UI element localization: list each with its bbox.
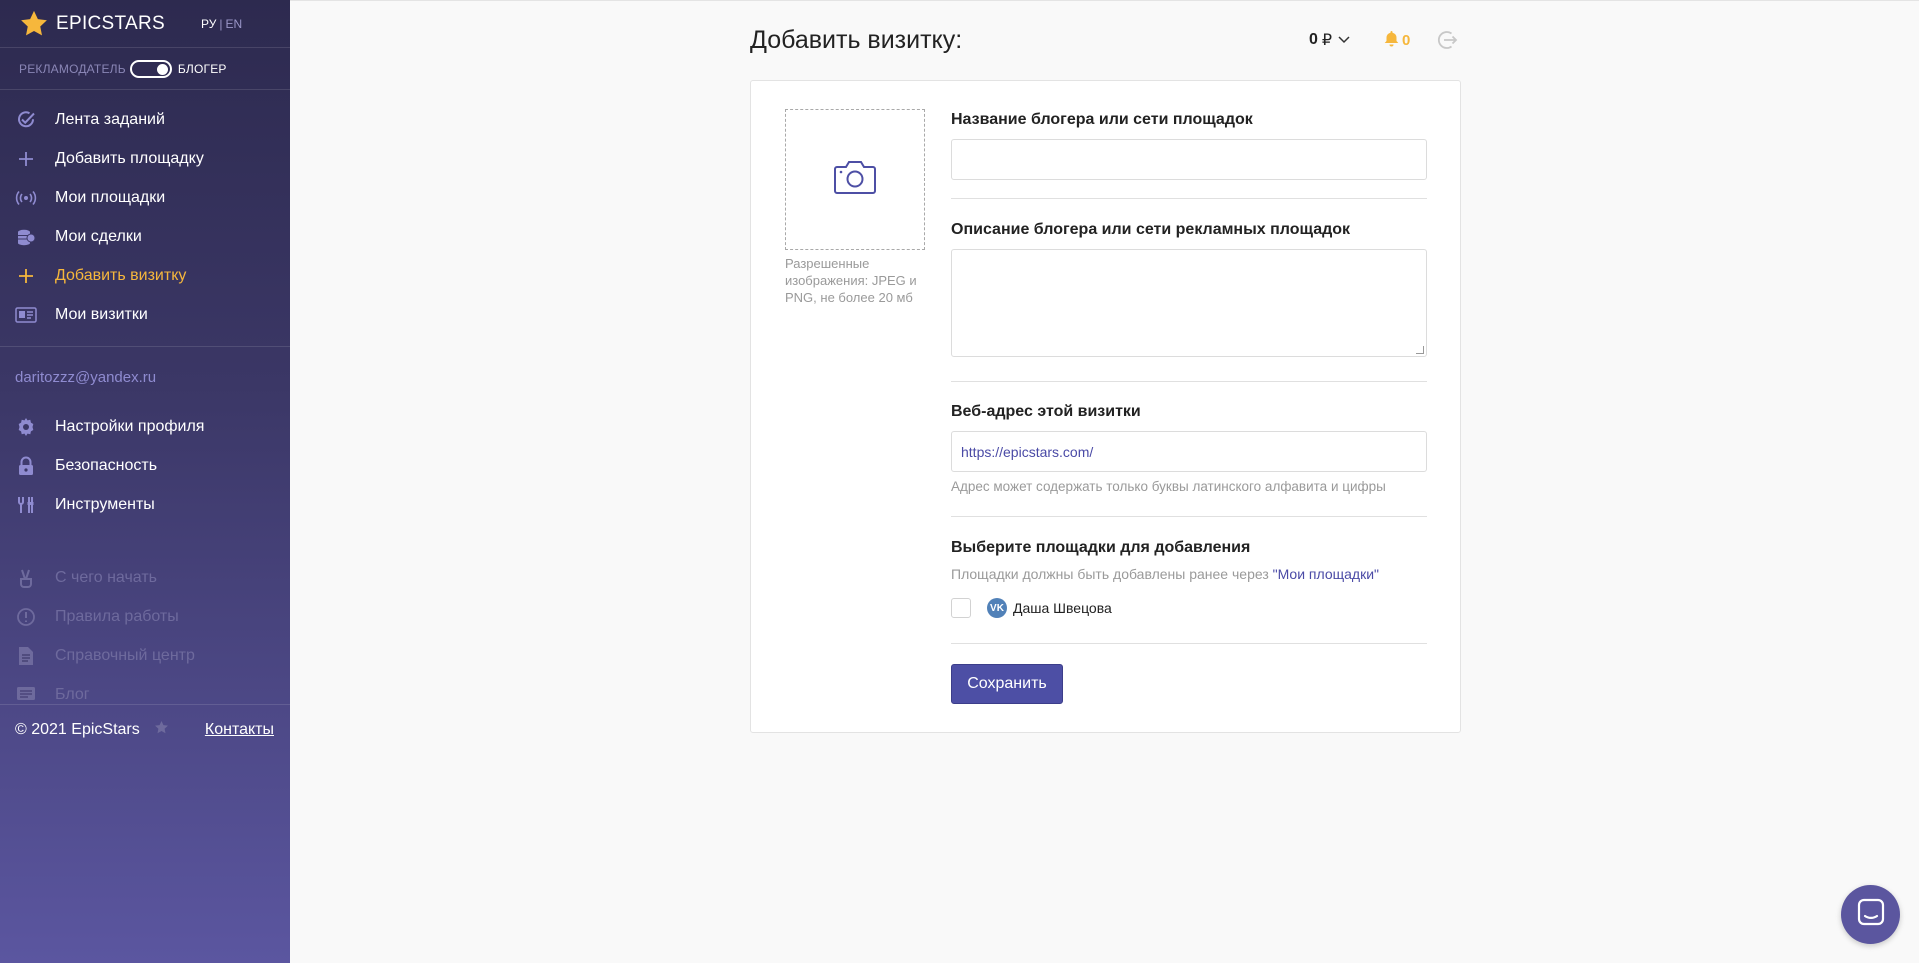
platforms-label: Выберите площадки для добавления	[951, 539, 1251, 556]
nav-item-label: Добавить визитку	[55, 266, 187, 284]
nav-item-my-platforms[interactable]: Мои площадки	[0, 178, 290, 217]
nav-item-work-rules[interactable]: Правила работы	[0, 597, 290, 636]
role-toggle[interactable]	[129, 59, 172, 78]
role-blogger[interactable]: БЛОГЕР	[178, 62, 227, 76]
logout-icon	[1436, 31, 1458, 55]
lang-ru[interactable]: РУ	[201, 17, 216, 31]
description-textarea[interactable]	[951, 249, 1427, 357]
nav-item-my-deals[interactable]: Мои сделки	[0, 217, 290, 256]
nav-item-label: Добавить площадку	[55, 149, 204, 167]
nav-item-label: Справочный центр	[55, 646, 195, 664]
lang-separator: |	[219, 16, 223, 31]
nav-item-tasks-feed[interactable]: Лента заданий	[0, 100, 290, 139]
plus-icon	[15, 148, 37, 170]
nav-item-getting-started[interactable]: С чего начать	[0, 558, 290, 597]
broadcast-icon	[15, 187, 37, 209]
nav-item-tools[interactable]: Инструменты	[0, 485, 290, 524]
balance-dropdown[interactable]: 0 ₽	[1309, 30, 1350, 50]
save-button[interactable]: Сохранить	[951, 664, 1063, 704]
star-icon	[154, 720, 169, 740]
top-border	[290, 0, 1919, 1]
lock-icon	[15, 455, 37, 477]
profile-nav: Настройки профиля Безопасность Инструмен…	[0, 403, 290, 548]
toggle-knob	[156, 63, 168, 75]
my-platforms-link[interactable]: "Мои площадки"	[1273, 566, 1379, 582]
nav-item-label: Безопасность	[55, 456, 158, 474]
currency-symbol: ₽	[1321, 32, 1333, 49]
victory-hand-icon	[15, 567, 37, 589]
sidebar: EPICSTARS РУ | EN РЕКЛАМОДАТЕЛЬ БЛОГЕР Лен…	[0, 0, 290, 963]
contacts-link[interactable]: Контакты	[205, 721, 274, 739]
brand-name[interactable]: EPICSTARS	[56, 13, 165, 35]
logout-button[interactable]	[1436, 29, 1458, 56]
main-nav: Лента заданий Добавить площадку Мои площ…	[0, 90, 290, 347]
user-email[interactable]: daritozzz@yandex.ru	[0, 347, 290, 403]
check-circle-icon	[15, 109, 37, 131]
photo-upload[interactable]	[785, 109, 925, 250]
platform-row: VK Даша Швецова	[951, 598, 1112, 618]
photo-hint: Разрешенные изображения: JPEG и PNG, не …	[785, 256, 917, 305]
divider	[951, 643, 1427, 644]
lang-en[interactable]: EN	[225, 17, 242, 31]
nav-item-label: Правила работы	[55, 607, 179, 625]
nav-item-label: Лента заданий	[55, 110, 165, 128]
balance-value: 0	[1309, 31, 1318, 48]
nav-item-my-cards[interactable]: Мои визитки	[0, 295, 290, 334]
vk-icon: VK	[987, 598, 1007, 618]
gear-icon	[15, 416, 37, 438]
platform-checkbox[interactable]	[951, 598, 971, 618]
plus-icon	[15, 265, 37, 287]
url-label: Веб-адрес этой визитки	[951, 403, 1141, 420]
star-logo-icon[interactable]	[18, 8, 50, 40]
name-input[interactable]	[951, 139, 1427, 180]
resize-handle[interactable]	[1416, 346, 1424, 354]
divider	[951, 516, 1427, 517]
camera-icon	[833, 159, 877, 200]
language-switch: РУ | EN	[201, 17, 242, 31]
chat-button[interactable]	[1841, 885, 1900, 944]
nav-item-label: Мои визитки	[55, 305, 148, 323]
url-input[interactable]: https://epicstars.com/	[951, 431, 1427, 472]
nav-item-label: С чего начать	[55, 568, 157, 586]
id-card-icon	[15, 304, 37, 326]
divider	[951, 381, 1427, 382]
add-card-form: Разрешенные изображения: JPEG и PNG, не …	[750, 80, 1461, 733]
nav-item-security[interactable]: Безопасность	[0, 446, 290, 485]
nav-item-add-card[interactable]: Добавить визитку	[0, 256, 290, 295]
tools-icon	[15, 494, 37, 516]
sidebar-footer: © 2021 EpicStars Контакты	[0, 704, 290, 754]
coins-icon	[15, 226, 37, 248]
platforms-hint-text: Площадки должны быть добавлены ранее чер…	[951, 566, 1273, 582]
url-hint: Адрес может содержать только буквы латин…	[951, 479, 1386, 494]
role-advertiser[interactable]: РЕКЛАМОДАТЕЛЬ	[19, 62, 126, 76]
divider	[951, 198, 1427, 199]
name-label: Название блогера или сети площадок	[951, 111, 1253, 128]
description-label: Описание блогера или сети рекламных площ…	[951, 221, 1351, 238]
notifications-button[interactable]: 0	[1384, 30, 1410, 51]
notifications-count: 0	[1402, 32, 1411, 49]
blog-icon	[15, 684, 37, 706]
nav-item-label: Настройки профиля	[55, 417, 205, 435]
role-switch: РЕКЛАМОДАТЕЛЬ БЛОГЕР	[0, 48, 290, 90]
logo-row: EPICSTARS РУ | EN	[0, 0, 290, 48]
chevron-down-icon	[1338, 31, 1350, 49]
bell-icon	[1384, 30, 1399, 51]
nav-item-help-center[interactable]: Справочный центр	[0, 636, 290, 675]
platforms-hint: Площадки должны быть добавлены ранее чер…	[951, 566, 1379, 582]
nav-item-label: Инструменты	[55, 495, 155, 513]
help-nav: С чего начать Правила работы Справочный …	[0, 548, 290, 714]
info-icon	[15, 606, 37, 628]
platform-name: Даша Швецова	[1013, 600, 1112, 616]
document-icon	[15, 645, 37, 667]
chat-icon	[1857, 898, 1885, 931]
nav-item-label: Мои сделки	[55, 227, 142, 245]
page-title: Добавить визитку:	[750, 26, 963, 54]
nav-item-add-platform[interactable]: Добавить площадку	[0, 139, 290, 178]
copyright: © 2021 EpicStars	[15, 720, 140, 738]
nav-item-label: Блог	[55, 685, 90, 703]
nav-item-profile-settings[interactable]: Настройки профиля	[0, 407, 290, 446]
nav-item-label: Мои площадки	[55, 188, 166, 206]
